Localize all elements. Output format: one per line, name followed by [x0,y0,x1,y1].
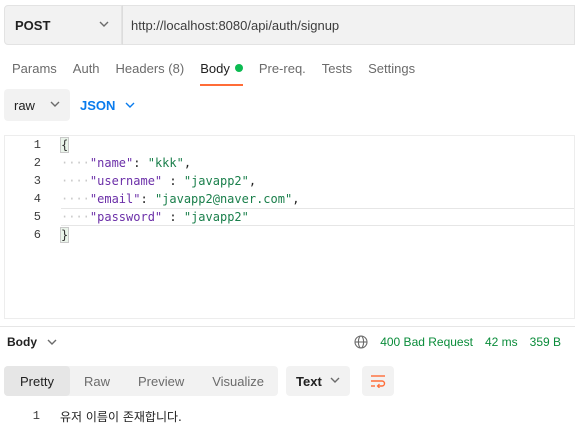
code-line: 4 ····"email": "javapp2@naver.com", [5,190,574,208]
response-body: 1 유저 이름이 존재합니다. [0,406,182,426]
json-separator: : [162,210,184,224]
json-comma: , [183,156,192,170]
tab-pre-request[interactable]: Pre-req. [259,60,306,86]
wrap-lines-icon [371,375,386,388]
request-body-editor[interactable]: 1 { 2 ····"name": "kkk", 3 ····"username… [4,135,575,319]
json-key: "name" [89,156,134,170]
line-number: 6 [33,228,41,242]
line-number: 1 [33,138,41,152]
url-input[interactable]: http://localhost:8080/api/auth/signup [122,5,575,45]
view-preview-button[interactable]: Preview [124,366,198,396]
json-comma: , [292,192,300,206]
method-select[interactable]: POST [4,5,122,45]
json-value: "javapp2" [183,210,249,224]
status-code[interactable]: 400 Bad Request [380,335,473,349]
json-key: "email" [89,192,141,206]
json-key: "username" [89,174,163,188]
response-title: Body [7,334,37,349]
json-value: "javapp2" [183,174,249,188]
indent-guide: ···· [61,210,90,224]
response-view-controls: Pretty Raw Preview Visualize Text [4,366,395,396]
response-view-segment: Pretty Raw Preview Visualize [4,366,279,396]
body-mode-label: raw [14,97,35,113]
response-section-toggle[interactable]: Body [7,335,57,349]
code-line: 2 ····"name": "kkk", [5,154,574,172]
indent-guide: ···· [61,192,90,206]
view-visualize-button[interactable]: Visualize [198,366,278,396]
code-line: 1 { [5,136,574,154]
indent-guide: ···· [61,174,90,188]
json-key: "password" [89,210,163,224]
response-header: Body 400 Bad Request 42 ms 359 B [0,326,575,356]
request-bar: POST http://localhost:8080/api/auth/sign… [4,5,575,45]
tab-settings[interactable]: Settings [368,60,415,86]
tab-tests[interactable]: Tests [322,60,352,86]
json-separator: : [162,174,184,188]
json-separator: : [133,156,148,170]
response-time[interactable]: 42 ms [485,335,518,349]
method-label: POST [15,17,51,33]
json-value: "javapp2@naver.com" [154,192,293,206]
view-raw-button[interactable]: Raw [70,366,124,396]
tab-headers[interactable]: Headers (8) [116,60,185,86]
body-indicator-dot [234,64,243,72]
chevron-down-icon [99,21,109,27]
tab-body[interactable]: Body [200,60,243,86]
chevron-down-icon [125,102,135,108]
globe-icon[interactable] [354,334,368,349]
code-text: { [59,137,70,153]
response-text: 유저 이름이 존재합니다. [60,409,182,424]
line-number: 5 [33,210,41,224]
indent-guide: ···· [61,156,90,170]
response-format-label: Text [296,373,322,389]
json-comma: , [248,174,257,188]
body-format-label: JSON [80,97,116,113]
response-stats: 400 Bad Request 42 ms 359 B [354,335,561,349]
wrap-lines-button[interactable] [362,366,395,396]
code-line: 3 ····"username" : "javapp2", [5,172,574,190]
json-value: "kkk" [147,156,184,170]
json-separator: : [140,192,155,206]
view-pretty-button[interactable]: Pretty [4,366,70,396]
line-number: 2 [33,156,41,170]
url-text: http://localhost:8080/api/auth/signup [131,17,340,33]
tab-auth[interactable]: Auth [73,60,100,86]
line-number: 3 [33,174,41,188]
code-line: 6 } [5,226,574,244]
body-mode-select[interactable]: raw [4,89,70,121]
body-options: raw JSON [4,89,135,121]
chevron-down-icon [330,377,340,383]
line-number: 1 [32,409,40,423]
line-number: 4 [33,192,41,206]
tab-params[interactable]: Params [12,60,57,86]
response-format-select[interactable]: Text [286,366,351,396]
code-text: } [59,227,70,243]
chevron-down-icon [47,339,57,345]
code-line-current: 5 ····"password" : "javapp2" [5,208,574,226]
request-tabs: Params Auth Headers (8) Body Pre-req. Te… [12,60,431,86]
chevron-down-icon [50,101,60,107]
response-size[interactable]: 359 B [530,335,561,349]
body-format-select[interactable]: JSON [80,98,135,113]
